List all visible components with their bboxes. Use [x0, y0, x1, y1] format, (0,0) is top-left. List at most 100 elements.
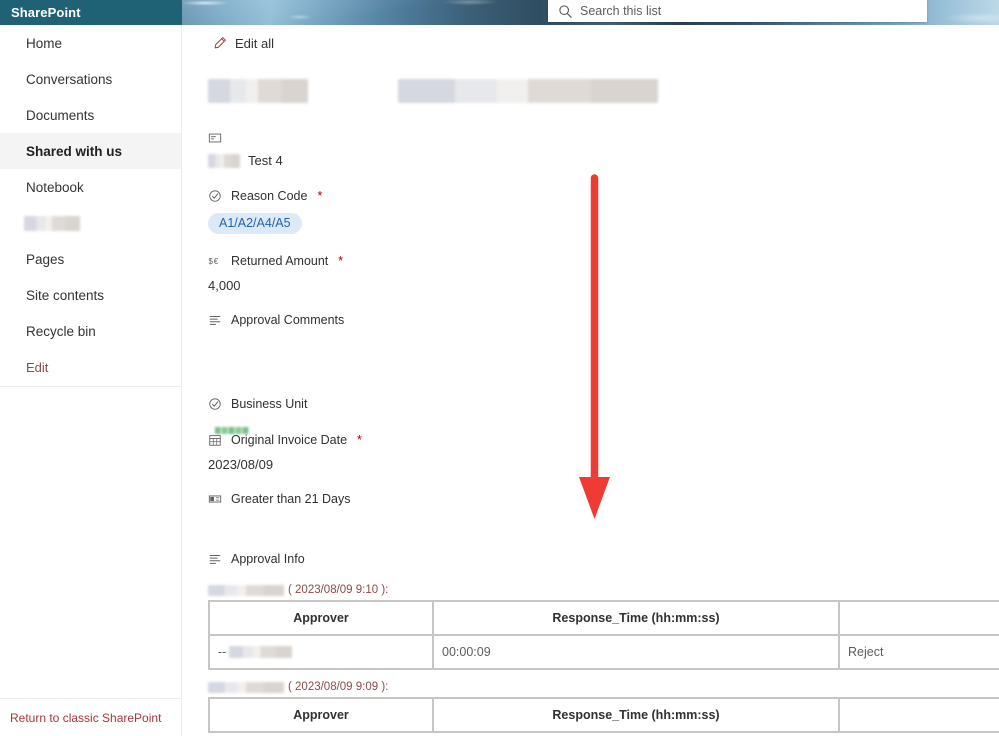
choice-icon: [209, 398, 221, 410]
title-value-text: Test 4: [248, 153, 283, 168]
field-label: [208, 129, 999, 147]
field-label: $ € Returned Amount *: [208, 252, 999, 270]
field-value: 4,000: [208, 278, 241, 293]
field-label: Reason Code *: [208, 187, 999, 205]
multiline-text-icon: [209, 316, 221, 325]
choice-icon: [209, 190, 221, 202]
field-value: Test 4: [208, 153, 999, 168]
main-content: Edit all Test 4 Reason Code * A1/A2/A4/A…: [182, 25, 999, 736]
approver-prefix: --: [218, 645, 227, 659]
svg-text:€: €: [214, 257, 219, 266]
edit-all-button[interactable]: Edit all: [207, 32, 280, 55]
field-value: [208, 337, 999, 383]
field-greater-than-21-days: Greater than 21 Days: [208, 490, 999, 508]
cell-response-time: 00:00:09: [433, 635, 839, 669]
sidebar-item-site-contents[interactable]: Site contents: [0, 277, 181, 313]
field-label-text: Returned Amount: [231, 254, 329, 268]
redaction-block: [229, 646, 293, 658]
field-label: Original Invoice Date *: [208, 431, 999, 449]
cell-approver: --: [209, 635, 433, 669]
reason-code-pill: A1/A2/A4/A5: [208, 213, 302, 234]
sidebar-item-documents[interactable]: Documents: [0, 97, 181, 133]
form-header-redacted-row: [208, 79, 999, 109]
column-header-approver: Approver: [209, 601, 433, 635]
field-value: A1/A2/A4/A5: [208, 213, 999, 234]
sidebar-item-redacted[interactable]: [0, 205, 181, 241]
sharepoint-brand-logo[interactable]: SharePoint: [0, 0, 182, 25]
sidebar-item-label: Home: [26, 35, 63, 51]
sidebar-item-label: Pages: [26, 251, 65, 267]
cell-decision: Reject: [839, 635, 999, 669]
sidebar-divider: [0, 386, 182, 387]
svg-text:$: $: [208, 257, 213, 266]
approval-block: ( 2023/08/09 9:09 ): Approver Response_T…: [208, 679, 999, 733]
sidebar-item-label: Recycle bin: [26, 323, 96, 339]
text-field-icon: [208, 133, 222, 143]
approval-block-caption: ( 2023/08/09 9:10 ):: [208, 582, 999, 598]
currency-icon: $ €: [208, 257, 219, 266]
approval-table: Approver Response_Time (hh:mm:ss) Decisi…: [208, 697, 999, 733]
redaction-block: [24, 215, 80, 231]
required-asterisk: *: [317, 189, 323, 203]
required-asterisk: *: [357, 433, 362, 447]
field-label: Business Unit: [208, 395, 999, 413]
field-business-unit: Business Unit: [208, 395, 999, 434]
sidebar-item-label: Edit: [26, 359, 49, 375]
search-input[interactable]: [580, 4, 927, 18]
return-to-classic-sharepoint-link[interactable]: Return to classic SharePoint: [10, 711, 161, 725]
redaction-block: [208, 153, 240, 168]
field-reason-code: Reason Code * A1/A2/A4/A5: [208, 187, 999, 234]
sidebar-item-edit[interactable]: Edit: [0, 349, 181, 385]
table-header-row: Approver Response_Time (hh:mm:ss) Decisi…: [209, 698, 999, 732]
calendar-icon: [209, 435, 221, 446]
redaction-block: [208, 681, 284, 693]
column-header-response-time: Response_Time (hh:mm:ss): [433, 601, 839, 635]
field-returned-amount: $ € Returned Amount * 4,000: [208, 252, 999, 293]
field-label-text: Original Invoice Date: [231, 433, 348, 447]
boolean-icon: [208, 495, 222, 503]
edit-all-label: Edit all: [235, 35, 275, 51]
required-asterisk: *: [338, 254, 344, 268]
field-original-invoice-date: Original Invoice Date * 2023/08/09: [208, 431, 999, 472]
table-header-row: Approver Response_Time (hh:mm:ss) Decisi…: [209, 601, 999, 635]
redaction-block: [398, 79, 658, 103]
field-label-text: Business Unit: [231, 397, 308, 411]
redaction-block: [208, 79, 308, 103]
table-row: -- 00:00:09 Reject: [209, 635, 999, 669]
sidebar-item-label: Notebook: [26, 179, 84, 195]
sidebar-item-shared-with-us[interactable]: Shared with us: [0, 133, 181, 169]
command-bar: Edit all: [182, 25, 999, 61]
field-label-text: Greater than 21 Days: [231, 492, 351, 506]
sidebar-item-label: Shared with us: [26, 143, 123, 159]
field-label: Greater than 21 Days: [208, 490, 999, 508]
sidebar-item-notebook[interactable]: Notebook: [0, 169, 181, 205]
sidebar-item-pages[interactable]: Pages: [0, 241, 181, 277]
approval-table: Approver Response_Time (hh:mm:ss) Decisi…: [208, 600, 999, 670]
left-navigation: Home Conversations Documents Shared with…: [0, 25, 182, 736]
sidebar-item-conversations[interactable]: Conversations: [0, 61, 181, 97]
brand-label: SharePoint: [11, 5, 81, 20]
pencil-icon: [214, 37, 226, 49]
sidebar-footer: Return to classic SharePoint: [0, 698, 182, 736]
approval-block-caption: ( 2023/08/09 9:09 ):: [208, 679, 999, 695]
field-label-text: Reason Code: [231, 189, 308, 203]
sidebar-item-label: Documents: [26, 107, 95, 123]
redaction-block: [208, 584, 284, 596]
field-approval-comments: Approval Comments: [208, 311, 999, 383]
field-title: Test 4: [208, 129, 999, 168]
field-label: Approval Comments: [208, 311, 999, 329]
sidebar-item-recycle-bin[interactable]: Recycle bin: [0, 313, 181, 349]
field-label-text: Approval Info: [231, 552, 305, 566]
search-box[interactable]: [548, 0, 927, 22]
column-header-approver: Approver: [209, 698, 433, 732]
approval-timestamp: ( 2023/08/09 9:10 ):: [288, 584, 389, 596]
field-label-text: Approval Comments: [231, 313, 345, 327]
search-icon: [559, 4, 572, 18]
column-header-decision: Decision: [839, 698, 999, 732]
sidebar-item-label: Site contents: [26, 287, 105, 303]
sidebar-item-home[interactable]: Home: [0, 25, 181, 61]
field-value: 2023/08/09: [208, 457, 274, 472]
column-header-decision: Decision: [839, 601, 999, 635]
field-label: Approval Info: [208, 550, 999, 568]
item-detail-form: Test 4 Reason Code * A1/A2/A4/A5 $ € Ret…: [182, 61, 999, 733]
